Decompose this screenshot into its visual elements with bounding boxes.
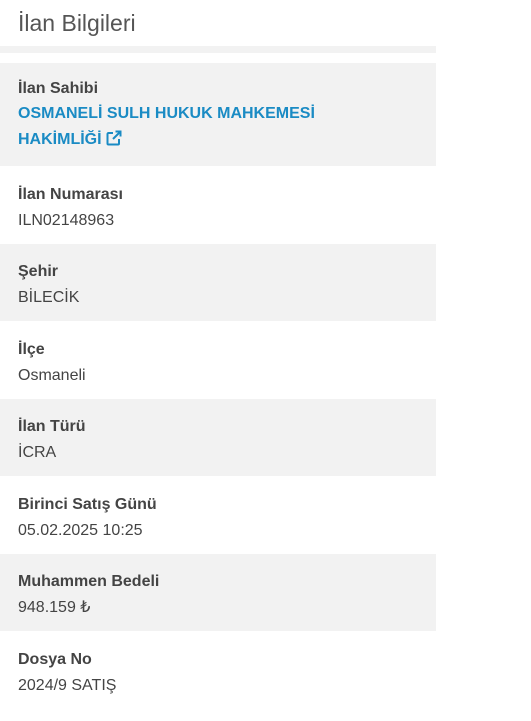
row-muhammen-bedeli: Muhammen Bedeli 948.159 ₺: [0, 554, 436, 631]
sehir-label: Şehir: [18, 263, 59, 280]
ilan-info-list: İlan Sahibi OSMANELİ SULH HUKUK MAHKEMES…: [0, 63, 436, 709]
row-sehir: Şehir BİLECİK: [0, 244, 436, 321]
ilan-turu-value: İCRA: [18, 444, 57, 461]
header-divider: [0, 46, 436, 53]
birinci-satis-gunu-value: 05.02.2025 10:25: [18, 522, 143, 539]
ilan-turu-label: İlan Türü: [18, 418, 86, 435]
row-ilan-numarasi: İlan Numarası ILN02148963: [0, 166, 436, 244]
row-ilce: İlçe Osmaneli: [0, 321, 436, 399]
row-ilan-sahibi: İlan Sahibi OSMANELİ SULH HUKUK MAHKEMES…: [0, 63, 436, 166]
muhammen-bedeli-label: Muhammen Bedeli: [18, 573, 160, 590]
external-link-icon: [106, 129, 122, 155]
ilce-label: İlçe: [18, 341, 45, 358]
dosya-no-value: 2024/9 SATIŞ: [18, 677, 117, 694]
ilan-numarasi-label: İlan Numarası: [18, 186, 123, 203]
ilce-value: Osmaneli: [18, 367, 86, 384]
birinci-satis-gunu-label: Birinci Satış Günü: [18, 496, 157, 513]
row-ilan-turu: İlan Türü İCRA: [0, 399, 436, 476]
row-dosya-no: Dosya No 2024/9 SATIŞ: [0, 631, 436, 709]
sehir-value: BİLECİK: [18, 289, 80, 306]
dosya-no-label: Dosya No: [18, 651, 92, 668]
row-birinci-satis-gunu: Birinci Satış Günü 05.02.2025 10:25: [0, 476, 436, 554]
ilan-numarasi-value: ILN02148963: [18, 212, 115, 229]
owner-name-line2: HAKİMLİĞİ: [18, 131, 102, 148]
owner-name-line1: OSMANELİ SULH HUKUK MAHKEMESİ: [18, 105, 315, 122]
muhammen-bedeli-value: 948.159 ₺: [18, 599, 91, 616]
ilan-sahibi-label: İlan Sahibi: [18, 80, 99, 97]
page-title: İlan Bilgileri: [18, 10, 136, 36]
ilan-sahibi-link[interactable]: OSMANELİ SULH HUKUK MAHKEMESİ HAKİMLİĞİ: [18, 101, 436, 155]
